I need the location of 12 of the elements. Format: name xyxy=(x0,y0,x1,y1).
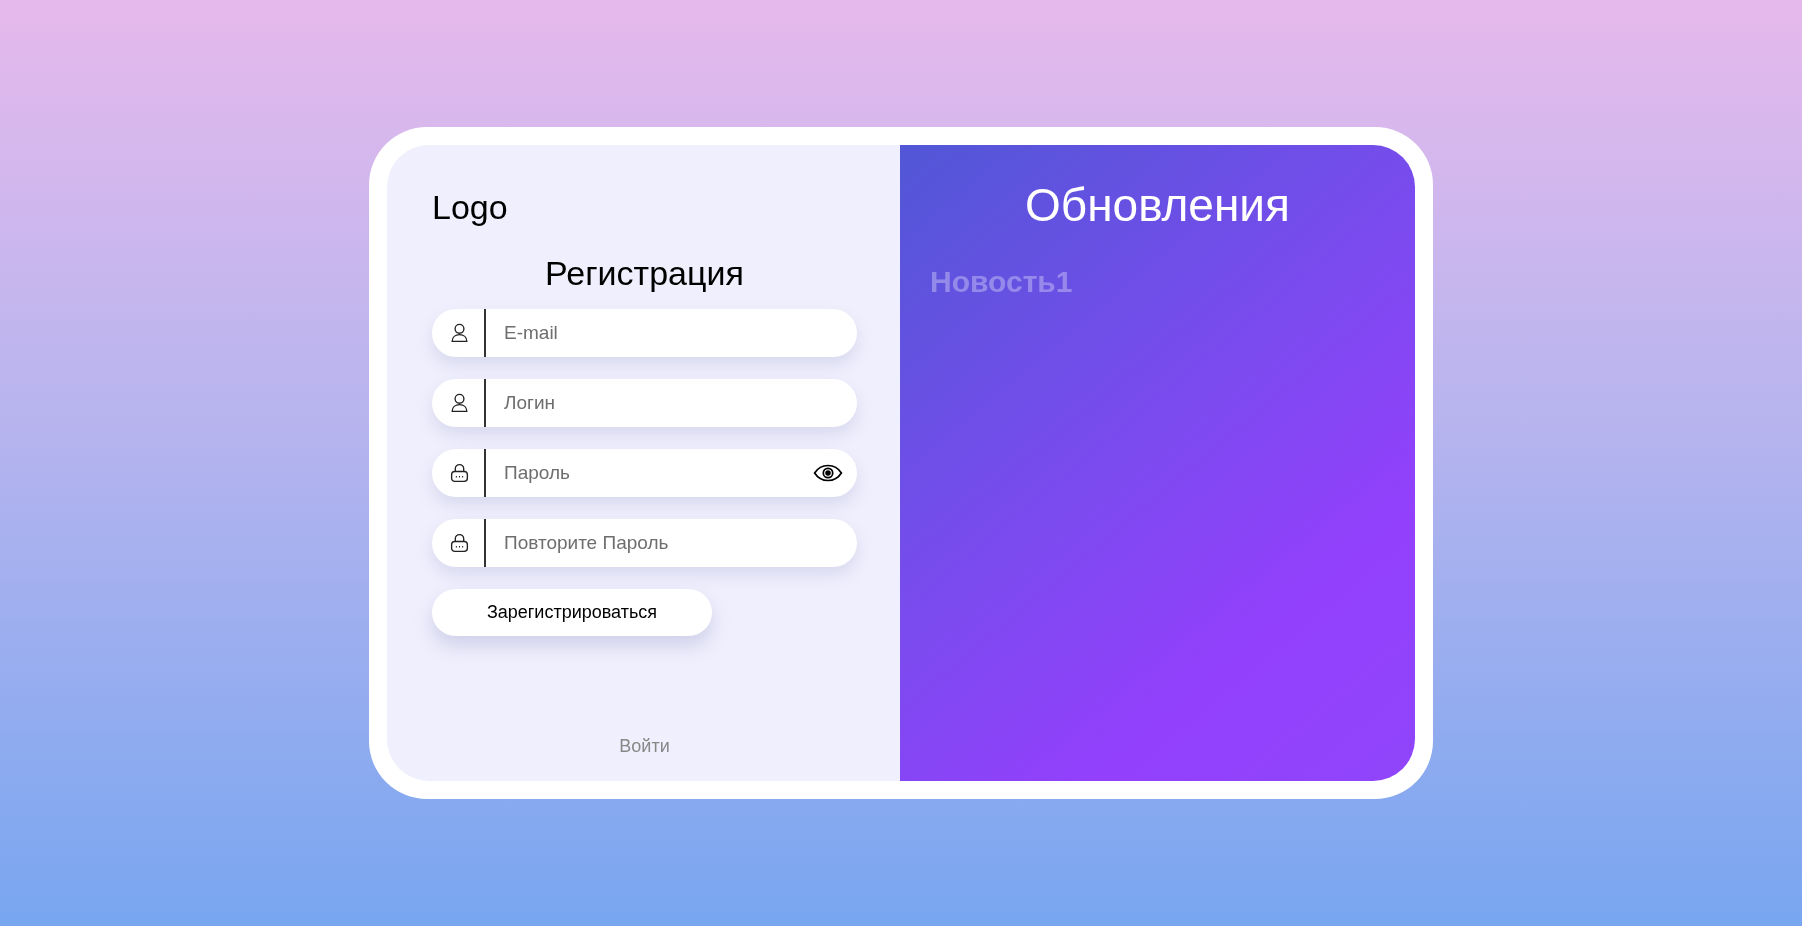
show-password-button[interactable] xyxy=(813,463,843,482)
lock-icon xyxy=(449,532,470,554)
register-button[interactable]: Зарегистрироваться xyxy=(432,588,712,636)
input-field[interactable]: Пароль xyxy=(432,448,857,497)
lock-icon xyxy=(449,462,470,484)
updates-title: Обновления xyxy=(1024,180,1291,231)
user-icon xyxy=(449,322,470,344)
text-input[interactable]: Пароль xyxy=(486,448,813,497)
logo-text: Logo xyxy=(432,189,509,227)
user-icon xyxy=(449,392,470,414)
form-title: Регистрация xyxy=(544,255,745,293)
login-link[interactable]: Войти xyxy=(619,736,670,757)
